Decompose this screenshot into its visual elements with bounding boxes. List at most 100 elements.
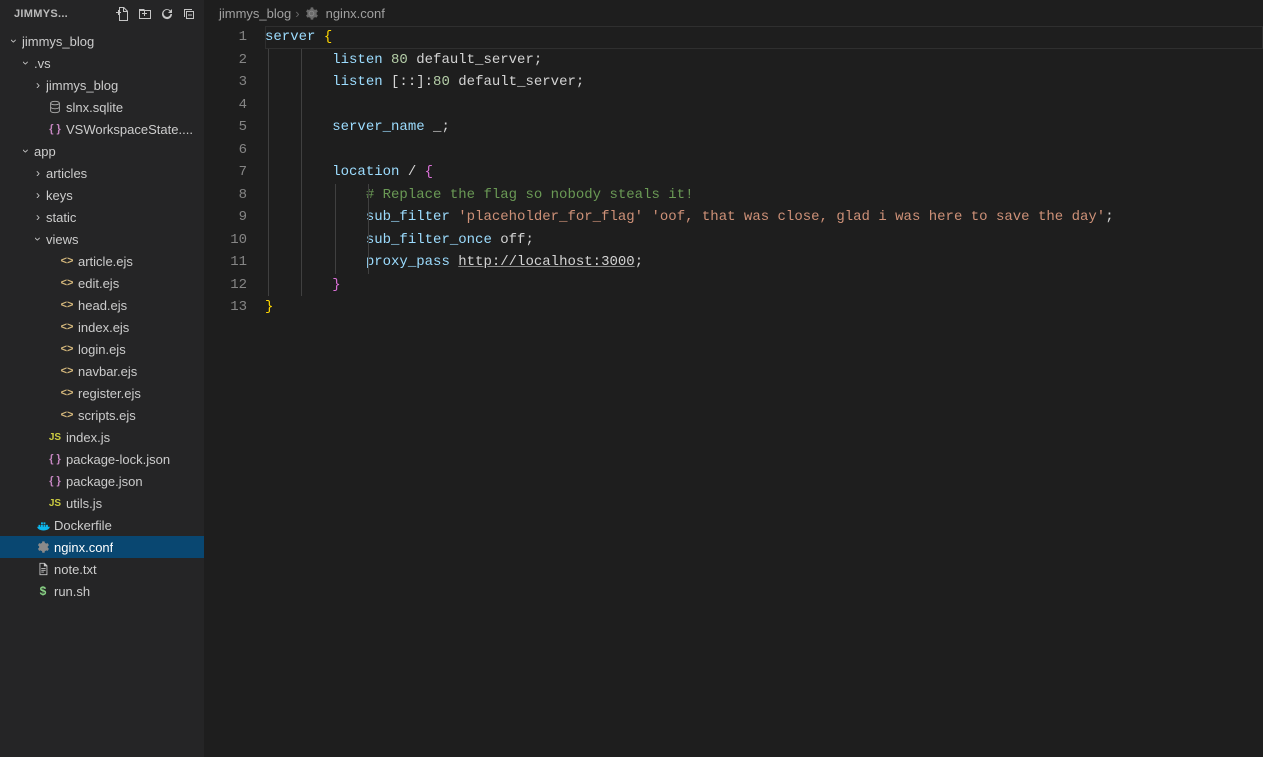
- file-item[interactable]: <>index.ejs: [0, 316, 204, 338]
- ejs-icon: <>: [58, 365, 76, 377]
- tree-item-label: navbar.ejs: [78, 364, 137, 379]
- file-item[interactable]: <>register.ejs: [0, 382, 204, 404]
- file-item[interactable]: { }package-lock.json: [0, 448, 204, 470]
- file-item[interactable]: <>scripts.ejs: [0, 404, 204, 426]
- tree-item-label: articles: [46, 166, 87, 181]
- line-gutter: 12345678910111213: [205, 26, 265, 757]
- code-line[interactable]: sub_filter 'placeholder_for_flag' 'oof, …: [265, 206, 1263, 229]
- tree-item-label: VSWorkspaceState....: [66, 122, 193, 137]
- json-icon: { }: [46, 475, 64, 487]
- chevron-right-icon: ›: [295, 6, 299, 21]
- chevron-down-icon[interactable]: [18, 144, 34, 158]
- file-item[interactable]: JSindex.js: [0, 426, 204, 448]
- line-number: 2: [205, 49, 247, 72]
- file-item[interactable]: note.txt: [0, 558, 204, 580]
- code-line[interactable]: proxy_pass http://localhost:3000;: [265, 251, 1263, 274]
- line-number: 7: [205, 161, 247, 184]
- chevron-right-icon[interactable]: [30, 210, 46, 224]
- refresh-icon[interactable]: [158, 5, 176, 23]
- file-item[interactable]: JSutils.js: [0, 492, 204, 514]
- code-area[interactable]: server { listen 80 default_server; liste…: [265, 26, 1263, 757]
- tree-item-label: Dockerfile: [54, 518, 112, 533]
- file-tree[interactable]: jimmys_blog.vsjimmys_blogslnx.sqlite{ }V…: [0, 28, 204, 757]
- file-item[interactable]: $run.sh: [0, 580, 204, 602]
- code-line[interactable]: [265, 139, 1263, 162]
- folder-item[interactable]: keys: [0, 184, 204, 206]
- explorer-actions: [114, 5, 198, 23]
- code-line[interactable]: sub_filter_once off;: [265, 229, 1263, 252]
- breadcrumb-item[interactable]: jimmys_blog: [219, 6, 291, 21]
- code-line[interactable]: # Replace the flag so nobody steals it!: [265, 184, 1263, 207]
- tree-item-label: login.ejs: [78, 342, 126, 357]
- line-number: 11: [205, 251, 247, 274]
- line-number: 13: [205, 296, 247, 319]
- folder-item[interactable]: articles: [0, 162, 204, 184]
- line-number: 6: [205, 139, 247, 162]
- collapse-all-icon[interactable]: [180, 5, 198, 23]
- code-line[interactable]: location / {: [265, 161, 1263, 184]
- file-item[interactable]: <>edit.ejs: [0, 272, 204, 294]
- ejs-icon: <>: [58, 299, 76, 311]
- docker-icon: [34, 518, 52, 533]
- tree-item-label: scripts.ejs: [78, 408, 136, 423]
- breadcrumb-item[interactable]: nginx.conf: [326, 6, 385, 21]
- chevron-down-icon[interactable]: [6, 34, 22, 48]
- json-icon: { }: [46, 453, 64, 465]
- folder-item[interactable]: app: [0, 140, 204, 162]
- ejs-icon: <>: [58, 277, 76, 289]
- file-item[interactable]: { }package.json: [0, 470, 204, 492]
- tree-item-label: views: [46, 232, 79, 247]
- file-item[interactable]: <>login.ejs: [0, 338, 204, 360]
- code-line[interactable]: }: [265, 296, 1263, 319]
- folder-item[interactable]: .vs: [0, 52, 204, 74]
- chevron-right-icon[interactable]: [30, 188, 46, 202]
- tree-item-label: index.ejs: [78, 320, 129, 335]
- folder-item[interactable]: jimmys_blog: [0, 74, 204, 96]
- tree-item-label: edit.ejs: [78, 276, 119, 291]
- code-line[interactable]: server {: [265, 26, 1263, 49]
- ejs-icon: <>: [58, 255, 76, 267]
- tree-item-label: keys: [46, 188, 73, 203]
- gear-icon: [34, 540, 52, 554]
- js-icon: JS: [46, 432, 64, 443]
- file-item[interactable]: slnx.sqlite: [0, 96, 204, 118]
- folder-item[interactable]: views: [0, 228, 204, 250]
- editor[interactable]: 12345678910111213 server { listen 80 def…: [205, 26, 1263, 757]
- breadcrumbs[interactable]: jimmys_blog › nginx.conf: [205, 0, 1263, 26]
- folder-item[interactable]: jimmys_blog: [0, 30, 204, 52]
- file-item[interactable]: <>head.ejs: [0, 294, 204, 316]
- code-line[interactable]: server_name _;: [265, 116, 1263, 139]
- file-item[interactable]: nginx.conf: [0, 536, 204, 558]
- file-item[interactable]: <>article.ejs: [0, 250, 204, 272]
- new-file-icon[interactable]: [114, 5, 132, 23]
- tree-item-label: note.txt: [54, 562, 97, 577]
- tree-item-label: run.sh: [54, 584, 90, 599]
- chevron-right-icon[interactable]: [30, 166, 46, 180]
- code-line[interactable]: listen [::]:80 default_server;: [265, 71, 1263, 94]
- tree-item-label: utils.js: [66, 496, 102, 511]
- line-number: 10: [205, 229, 247, 252]
- indent-guide: [335, 184, 336, 274]
- file-item[interactable]: <>navbar.ejs: [0, 360, 204, 382]
- gear-icon: [304, 6, 319, 21]
- file-item[interactable]: Dockerfile: [0, 514, 204, 536]
- tree-item-label: app: [34, 144, 56, 159]
- tree-item-label: register.ejs: [78, 386, 141, 401]
- tree-item-label: index.js: [66, 430, 110, 445]
- database-icon: [46, 100, 64, 114]
- code-line[interactable]: [265, 94, 1263, 117]
- code-line[interactable]: listen 80 default_server;: [265, 49, 1263, 72]
- new-folder-icon[interactable]: [136, 5, 154, 23]
- line-number: 8: [205, 184, 247, 207]
- code-line[interactable]: }: [265, 274, 1263, 297]
- file-item[interactable]: { }VSWorkspaceState....: [0, 118, 204, 140]
- line-number: 4: [205, 94, 247, 117]
- chevron-down-icon[interactable]: [18, 56, 34, 70]
- chevron-right-icon[interactable]: [30, 78, 46, 92]
- indent-guide: [268, 49, 269, 297]
- tree-item-label: head.ejs: [78, 298, 127, 313]
- folder-item[interactable]: static: [0, 206, 204, 228]
- chevron-down-icon[interactable]: [30, 232, 46, 246]
- line-number: 12: [205, 274, 247, 297]
- tree-item-label: static: [46, 210, 76, 225]
